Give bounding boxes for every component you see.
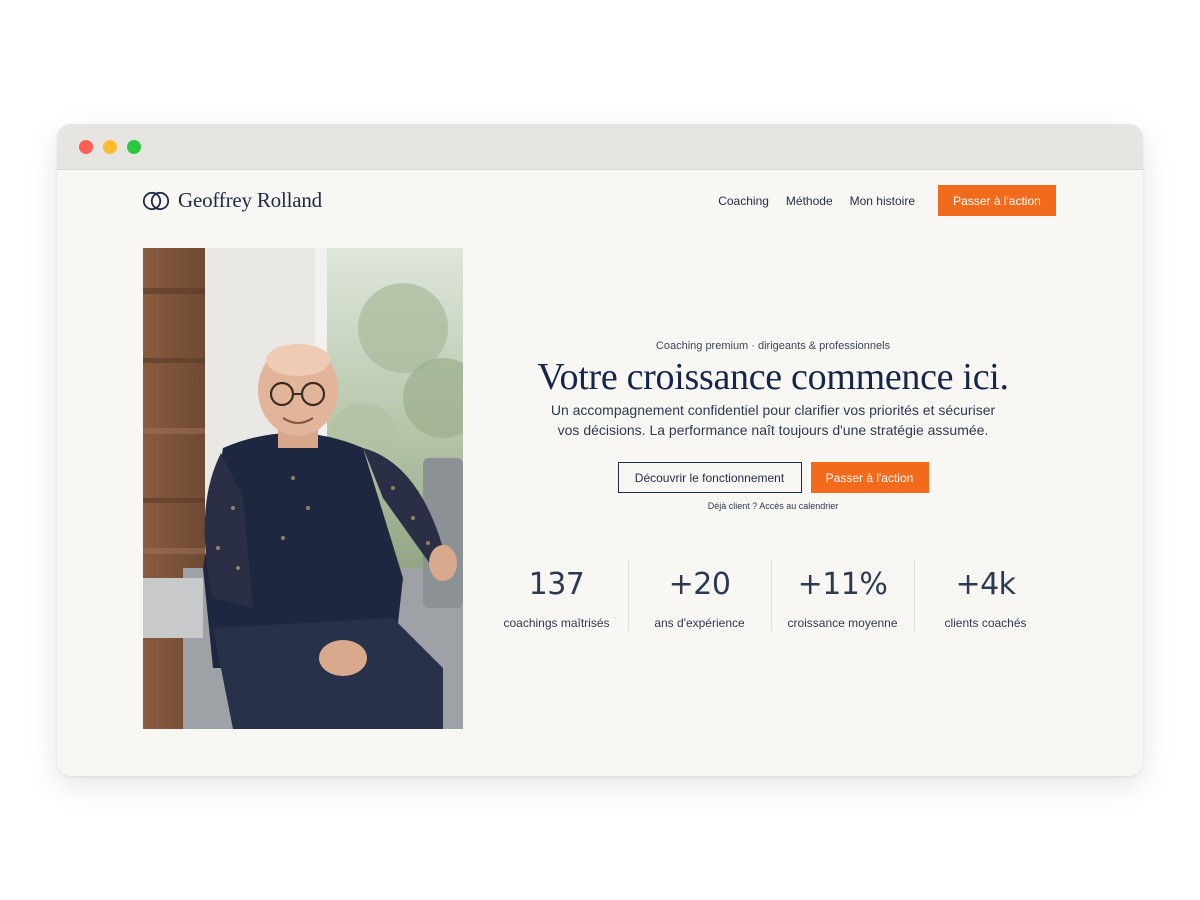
client-calendar-link[interactable]: Déjà client ? Accès au calendrier [463,501,1083,511]
stat-item: +11% croissance moyenne [771,560,914,631]
hero-section: Coaching premium · dirigeants & professi… [463,340,1083,511]
brand-logo[interactable]: Geoffrey Rolland [142,188,322,213]
stats-row: 137 coachings maîtrisés +20 ans d'expéri… [485,560,1057,631]
stat-value: +20 [668,567,731,602]
stat-value: +11% [797,567,888,602]
hero-title: Votre croissance commence ici. [537,356,1009,398]
stat-item: +4k clients coachés [914,560,1057,631]
stat-label: ans d'expérience [654,616,745,630]
brand-name: Geoffrey Rolland [178,188,322,212]
portrait-photo [143,248,463,729]
stat-label: coachings maîtrisés [503,616,610,630]
portrait-illustration [143,248,463,729]
stat-item: +20 ans d'expérience [628,560,771,631]
hero-eyebrow: Coaching premium · dirigeants & professi… [655,340,891,352]
discover-button[interactable]: Découvrir le fonctionnement [617,462,802,494]
stat-item: 137 coachings maîtrisés [485,560,628,631]
minimize-window-button[interactable] [103,140,117,154]
nav-link-mon-histoire[interactable]: Mon histoire [850,194,915,208]
stat-value: 137 [528,567,585,602]
hero-subtitle: Un accompagnement confidentiel pour clar… [550,401,996,439]
browser-window: Geoffrey Rolland Coaching Méthode Mon hi… [57,124,1143,776]
stat-label: croissance moyenne [787,616,898,630]
nav-cta-button[interactable]: Passer à l'action [938,185,1056,216]
nav-link-coaching[interactable]: Coaching [718,194,769,208]
nav-link-methode[interactable]: Méthode [786,194,833,208]
hero-cta-button[interactable]: Passer à l'action [810,462,929,494]
stat-value: +4k [955,567,1016,602]
page-content: Geoffrey Rolland Coaching Méthode Mon hi… [57,170,1143,776]
maximize-window-button[interactable] [127,140,141,154]
window-titlebar [57,124,1143,170]
main-nav: Coaching Méthode Mon histoire Passer à l… [718,185,1056,216]
close-window-button[interactable] [79,140,93,154]
hero-cta-group: Découvrir le fonctionnement Passer à l'a… [463,462,1083,494]
logo-rings-icon [142,191,170,210]
stat-label: clients coachés [944,616,1027,630]
